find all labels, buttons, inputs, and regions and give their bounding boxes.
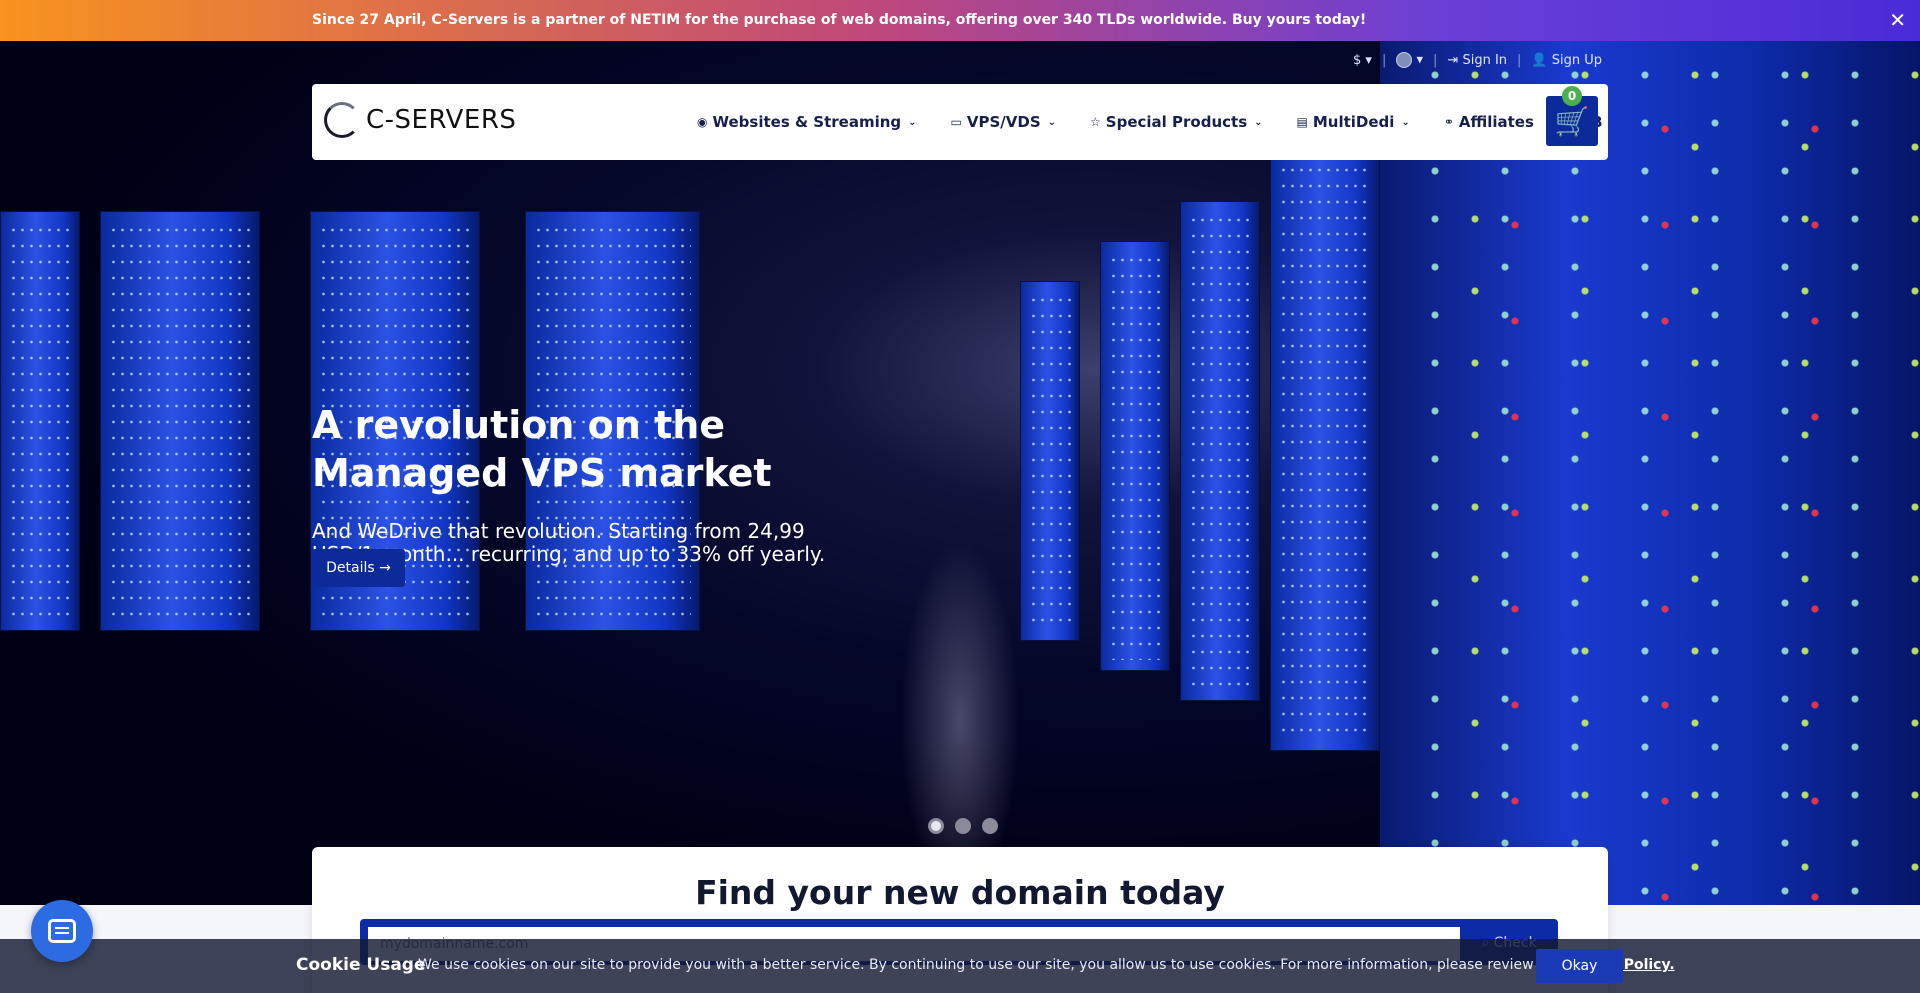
logo-text: C-SERVERS xyxy=(366,105,517,135)
server-rack xyxy=(0,211,80,631)
navbar: C-SERVERS ◉ Websites & Streaming ⌄ ▭ VPS… xyxy=(312,84,1608,160)
separator: | xyxy=(1433,52,1438,68)
laptop-icon: ▭ xyxy=(950,115,962,129)
server-icon: ▤ xyxy=(1296,115,1308,129)
globe-icon: ◉ xyxy=(697,115,708,129)
nav-label: Affiliates xyxy=(1458,113,1534,131)
sign-up-label: Sign Up xyxy=(1551,52,1602,68)
chevron-down-icon: ▾ xyxy=(1416,52,1424,68)
logo[interactable]: C-SERVERS xyxy=(324,102,516,138)
cart-button[interactable]: 0 🛒 xyxy=(1546,86,1598,146)
server-rack xyxy=(1180,201,1260,701)
cookie-text: We use cookies on our site to provide yo… xyxy=(418,957,1675,973)
nav-label: VPS/VDS xyxy=(966,113,1041,131)
carousel-indicators xyxy=(928,818,998,834)
carousel-dot-1[interactable] xyxy=(928,818,944,834)
server-rack xyxy=(100,211,260,631)
close-icon[interactable]: ✕ xyxy=(1889,8,1906,32)
cookie-message: We use cookies on our site to provide yo… xyxy=(418,957,1562,973)
okay-button[interactable]: Okay xyxy=(1536,949,1623,983)
sign-in-link[interactable]: ⇥ Sign In xyxy=(1447,53,1507,68)
server-rack-wall xyxy=(1380,41,1920,905)
hero-banner: A revolution on the Managed VPS market A… xyxy=(0,41,1920,905)
carousel-dot-3[interactable] xyxy=(982,818,998,834)
nav-vps-vds[interactable]: ▭ VPS/VDS ⌄ xyxy=(951,113,1056,131)
separator: | xyxy=(1517,52,1522,68)
language-selector[interactable]: ▾ xyxy=(1396,52,1423,68)
cookie-title: Cookie Usage xyxy=(296,955,426,975)
sign-up-link[interactable]: 👤 Sign Up xyxy=(1531,53,1602,68)
sign-in-label: Sign In xyxy=(1462,52,1508,68)
main-menu: ◉ Websites & Streaming ⌄ ▭ VPS/VDS ⌄ ☆ S… xyxy=(697,84,1603,160)
nav-special-products[interactable]: ☆ Special Products ⌄ xyxy=(1090,113,1263,131)
separator: | xyxy=(1381,52,1387,68)
domain-search-title: Find your new domain today xyxy=(695,873,1225,912)
logo-icon xyxy=(324,102,360,138)
cookie-banner: Cookie Usage We use cookies on our site … xyxy=(0,939,1920,993)
sign-in-icon: ⇥ xyxy=(1447,52,1459,68)
nav-label: MultiDedi xyxy=(1312,113,1395,131)
details-button[interactable]: Details → xyxy=(312,549,405,587)
carousel-dot-2[interactable] xyxy=(955,818,971,834)
chevron-down-icon: ⌄ xyxy=(908,116,917,128)
user-plus-icon: 👤 xyxy=(1531,52,1548,68)
nav-label: Websites & Streaming xyxy=(712,113,902,131)
server-rack xyxy=(1270,151,1380,751)
chevron-down-icon: ⌄ xyxy=(1254,116,1263,128)
announcement-text[interactable]: Since 27 April, C-Servers is a partner o… xyxy=(312,12,1366,28)
server-rack xyxy=(1100,241,1170,671)
hero-title: A revolution on the Managed VPS market xyxy=(312,403,772,495)
globe-icon xyxy=(1396,52,1413,68)
nav-multidedi[interactable]: ▤ MultiDedi ⌄ xyxy=(1297,113,1410,131)
handshake-icon: ⚭ xyxy=(1443,115,1454,129)
cart-count-badge: 0 xyxy=(1562,86,1582,106)
nav-affiliates[interactable]: ⚭ Affiliates xyxy=(1444,113,1534,131)
server-rack xyxy=(1020,281,1080,641)
chevron-down-icon: ⌄ xyxy=(1047,116,1057,128)
nav-websites-streaming[interactable]: ◉ Websites & Streaming ⌄ xyxy=(697,113,917,131)
currency-selector[interactable]: $ ▾ xyxy=(1353,53,1372,68)
chevron-down-icon: ⌄ xyxy=(1401,116,1410,128)
nav-label: Special Products xyxy=(1105,113,1248,131)
chat-button[interactable] xyxy=(31,900,93,962)
cart-icon: 🛒 xyxy=(1554,104,1590,138)
utility-bar: $ ▾ | ▾ | ⇥ Sign In | 👤 Sign Up xyxy=(1353,52,1602,68)
announcement-bar: Since 27 April, C-Servers is a partner o… xyxy=(0,0,1920,41)
chat-icon xyxy=(48,919,76,943)
star-icon: ☆ xyxy=(1090,115,1101,129)
